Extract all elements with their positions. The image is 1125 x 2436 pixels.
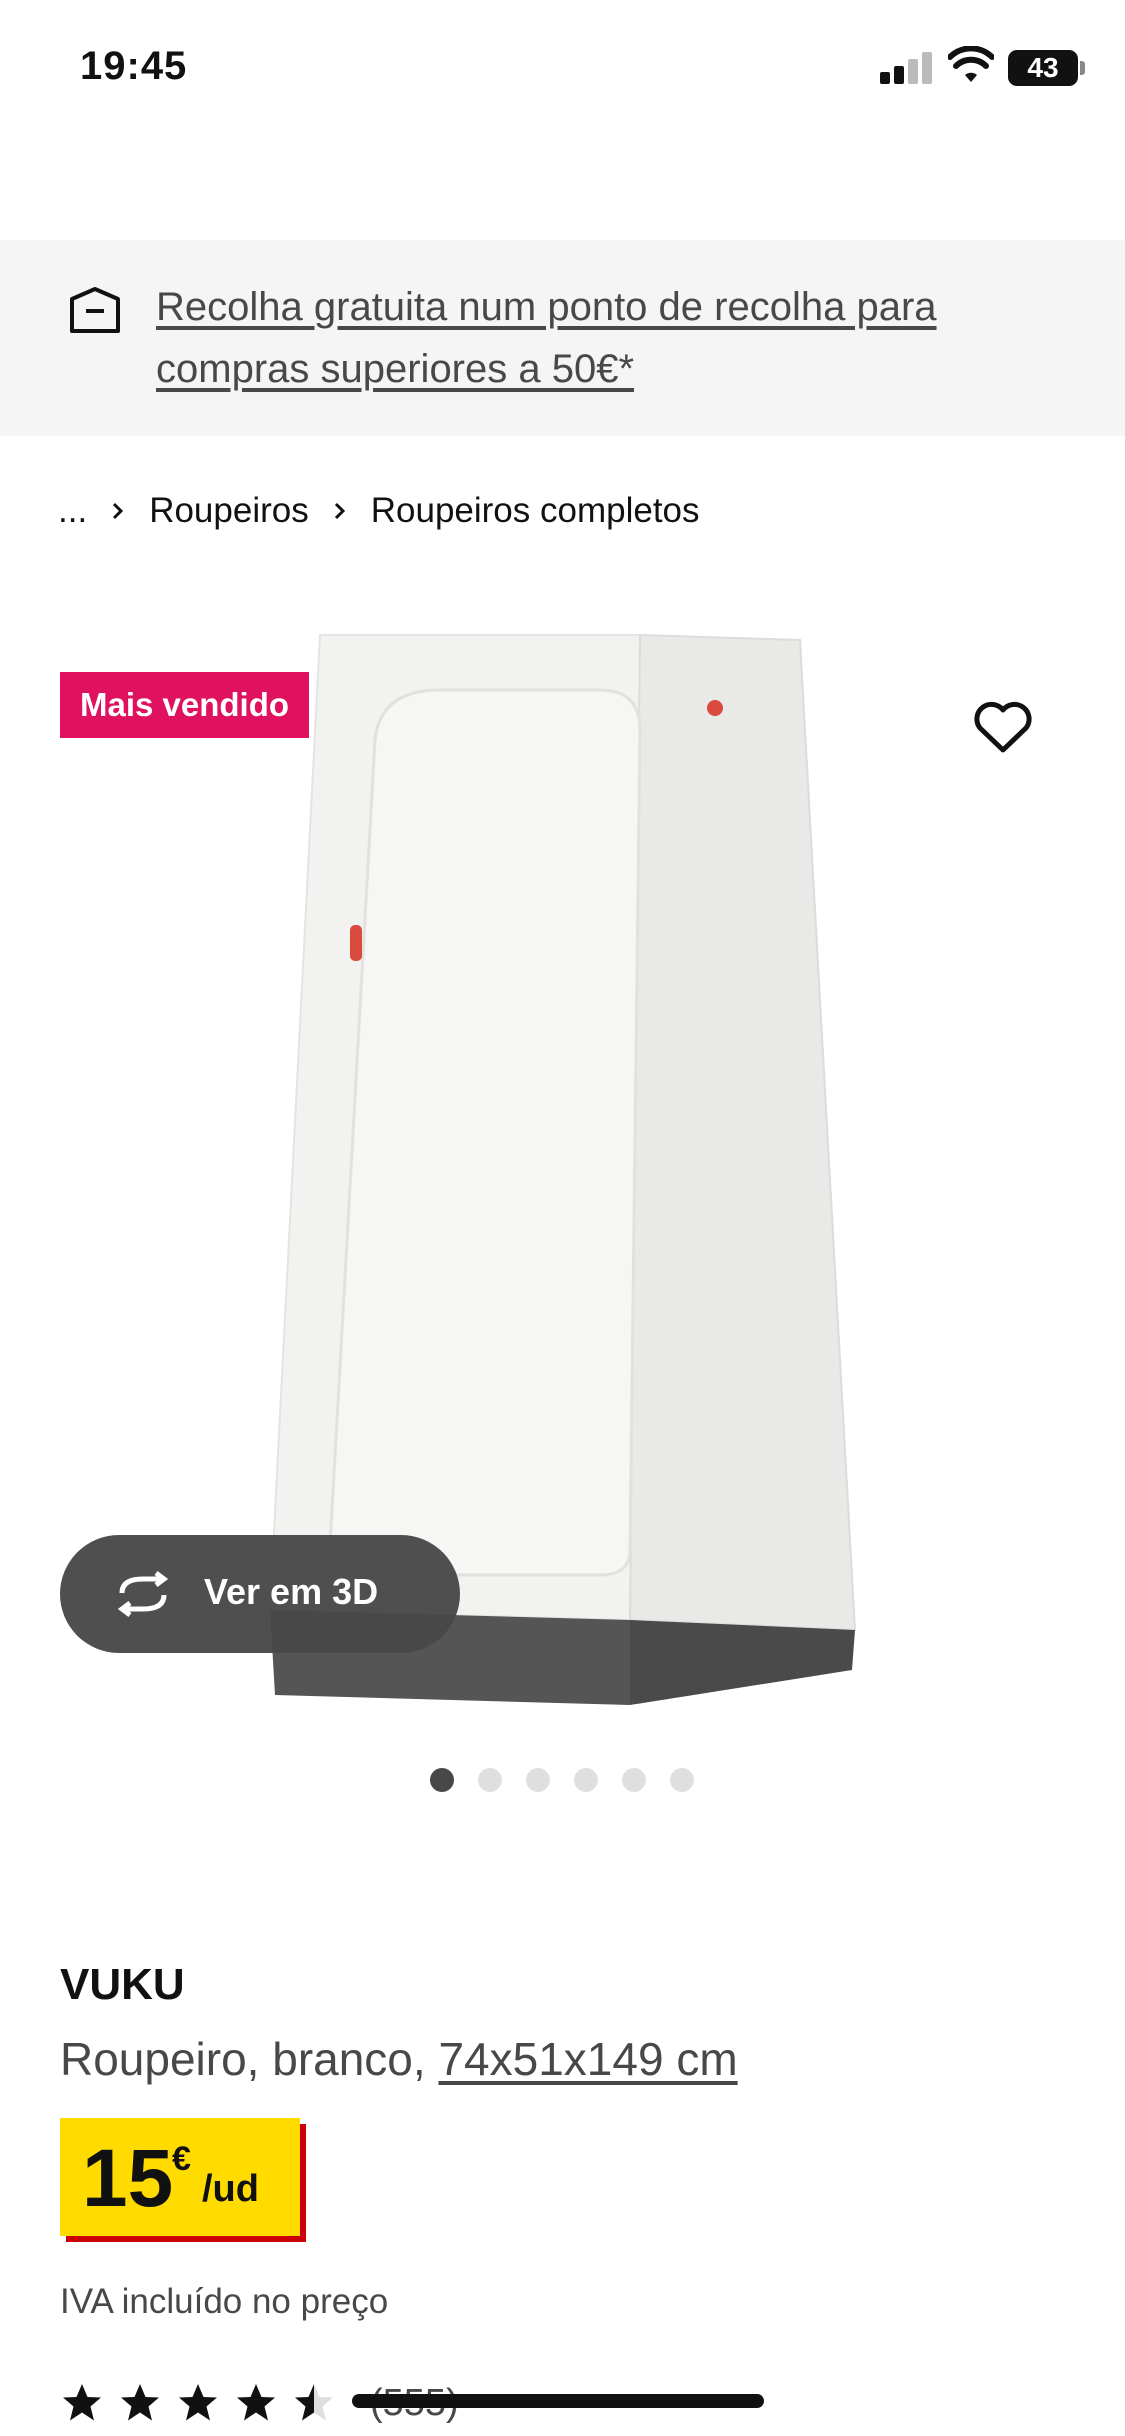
search-bar-mask — [0, 130, 1125, 240]
star-half-icon — [295, 2384, 333, 2421]
carousel-dot[interactable] — [526, 1768, 550, 1792]
view-3d-button[interactable]: Ver em 3D — [60, 1535, 460, 1653]
status-time: 19:45 — [80, 44, 188, 88]
carousel-dot[interactable] — [574, 1768, 598, 1792]
battery-icon: 43 — [1008, 50, 1078, 86]
price-integer: 15 — [82, 2133, 174, 2224]
product-description-text: Roupeiro, branco, — [60, 2033, 426, 2085]
breadcrumb-item-roupeiros-completos[interactable]: Roupeiros completos — [371, 491, 700, 531]
product-name: VUKU — [60, 1960, 185, 2009]
battery-level: 43 — [1027, 52, 1059, 83]
best-seller-badge: Mais vendido — [60, 672, 310, 738]
wifi-icon — [948, 46, 994, 82]
view-3d-label: Ver em 3D — [204, 1571, 379, 1612]
star-full-icon — [179, 2384, 217, 2421]
star-full-icon — [63, 2384, 101, 2421]
carousel-dot[interactable] — [670, 1768, 694, 1792]
carousel-dot[interactable] — [430, 1768, 454, 1792]
price-unit: /ud — [202, 2168, 259, 2210]
heart-icon[interactable] — [972, 700, 1034, 756]
status-bar: 19:45 43 — [0, 0, 1125, 130]
rotate-3d-icon — [117, 1571, 169, 1617]
promo-link[interactable]: Recolha gratuita num ponto de recolha pa… — [156, 276, 1056, 400]
vat-note: IVA incluído no preço — [60, 2282, 389, 2321]
carousel-dot[interactable] — [478, 1768, 502, 1792]
store-pickup-icon — [70, 287, 120, 333]
cellular-signal-icon — [880, 52, 934, 84]
star-full-icon — [237, 2384, 275, 2421]
image-carousel-dots[interactable] — [430, 1768, 718, 1792]
breadcrumb: ... Roupeiros Roupeiros completos — [58, 488, 722, 534]
chevron-right-icon — [334, 502, 345, 520]
product-dimensions-link[interactable]: 74x51x149 cm — [438, 2033, 737, 2085]
breadcrumb-ellipsis[interactable]: ... — [58, 491, 87, 531]
breadcrumb-item-roupeiros[interactable]: Roupeiros — [149, 491, 309, 531]
carousel-dot[interactable] — [622, 1768, 646, 1792]
battery-nub — [1080, 61, 1085, 75]
chevron-right-icon — [113, 502, 124, 520]
star-full-icon — [121, 2384, 159, 2421]
home-indicator[interactable] — [352, 2394, 764, 2408]
price-tag: 15 € /ud — [60, 2118, 300, 2236]
price-currency: € — [172, 2140, 191, 2178]
product-description: Roupeiro, branco, 74x51x149 cm — [60, 2032, 738, 2086]
